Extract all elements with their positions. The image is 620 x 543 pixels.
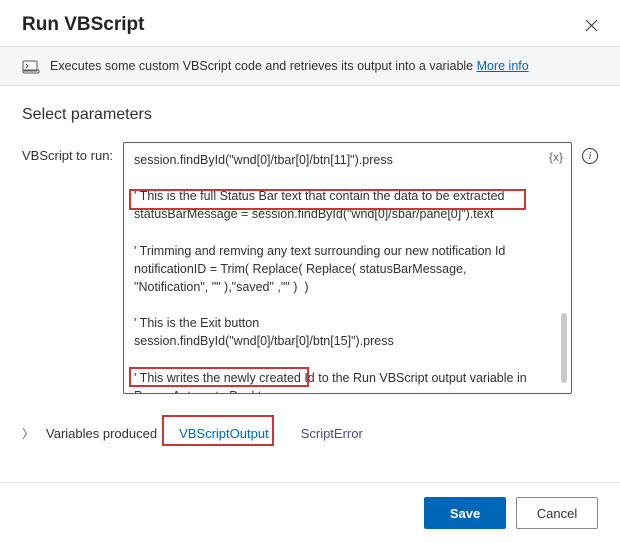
save-button[interactable]: Save: [424, 497, 506, 529]
code-line: ' This writes the newly created Id to th…: [134, 369, 543, 395]
code-line: [134, 169, 543, 187]
output-variable-badge[interactable]: VBScriptOutput: [169, 422, 279, 445]
section-title: Select parameters: [22, 106, 598, 124]
dialog-title: Run VBScript: [22, 14, 144, 36]
code-line: session.findById("wnd[0]/tbar[0]/btn[15]…: [134, 332, 543, 350]
close-icon[interactable]: [584, 18, 598, 32]
info-icon[interactable]: i: [582, 148, 598, 164]
script-field-label: VBScript to run:: [22, 142, 113, 163]
cancel-button[interactable]: Cancel: [516, 497, 598, 529]
run-vbscript-dialog: Run VBScript Executes some custom VBScri…: [0, 0, 620, 543]
code-line: session.findById("wnd[0]/tbar[0]/btn[11]…: [134, 151, 543, 169]
editor-scrollbar[interactable]: [561, 313, 567, 383]
chevron-right-icon[interactable]: 〉: [22, 425, 34, 442]
code-line: [134, 350, 543, 368]
more-info-link[interactable]: More info: [477, 59, 529, 73]
code-line: [134, 296, 543, 314]
dialog-header: Run VBScript: [0, 0, 620, 46]
output-variable-wrap: VBScriptOutput: [169, 422, 279, 445]
variables-produced-row: 〉 Variables produced VBScriptOutput Scri…: [22, 422, 598, 445]
variables-produced-label: Variables produced: [46, 426, 157, 441]
dialog-footer: Save Cancel: [0, 482, 620, 543]
code-line: notificationID = Trim( Replace( Replace(…: [134, 260, 543, 296]
error-variable-badge[interactable]: ScriptError: [291, 422, 373, 445]
code-line: [134, 224, 543, 242]
info-bar: Executes some custom VBScript code and r…: [0, 46, 620, 86]
dialog-body: Select parameters VBScript to run: sessi…: [0, 86, 620, 482]
insert-variable-icon[interactable]: {x}: [549, 149, 563, 166]
editor-wrap: session.findById("wnd[0]/tbar[0]/btn[11]…: [123, 142, 572, 394]
code-line: ' Trimming and remving any text surround…: [134, 242, 543, 260]
code-line: ' This is the Exit button: [134, 314, 543, 332]
info-bar-text: Executes some custom VBScript code and r…: [50, 59, 529, 73]
vbscript-editor[interactable]: session.findById("wnd[0]/tbar[0]/btn[11]…: [123, 142, 572, 394]
code-line: ' This is the full Status Bar text that …: [134, 187, 543, 205]
script-icon: [22, 57, 40, 75]
script-field-row: VBScript to run: session.findById("wnd[0…: [22, 142, 598, 394]
code-line: statusBarMessage = session.findById("wnd…: [134, 205, 543, 223]
